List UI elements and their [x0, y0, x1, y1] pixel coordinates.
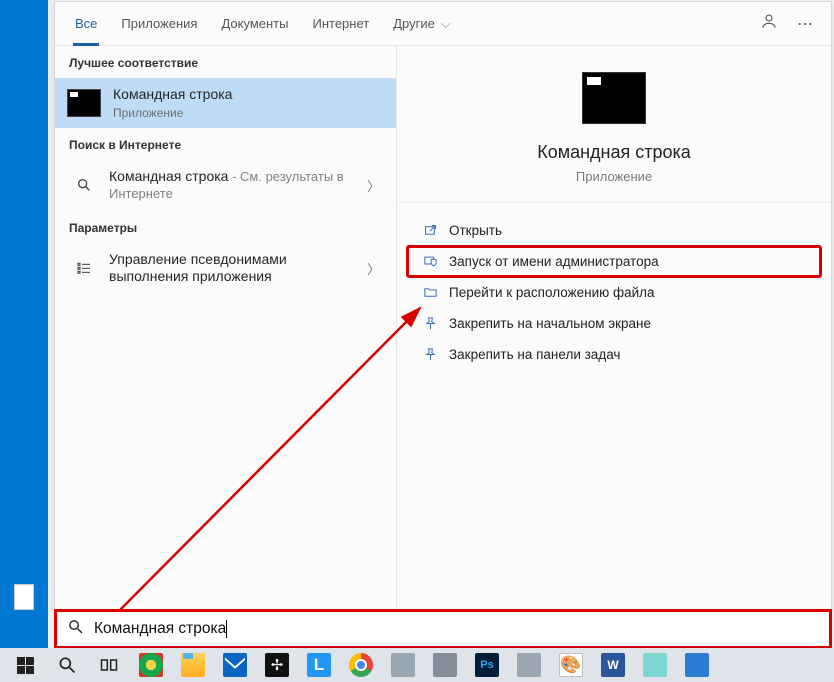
- taskbar-app-word[interactable]: W: [592, 648, 634, 682]
- search-box[interactable]: Командная строка: [54, 609, 832, 649]
- filter-internet[interactable]: Интернет: [300, 2, 381, 46]
- filter-other[interactable]: Другие ⌵: [381, 2, 462, 46]
- admin-shield-icon: [423, 254, 449, 269]
- taskbar-search-button[interactable]: [46, 648, 88, 682]
- taskbar-app-device3[interactable]: [508, 648, 550, 682]
- action-open[interactable]: Открыть: [407, 215, 821, 246]
- action-label: Закрепить на панели задач: [449, 347, 620, 362]
- cmd-big-thumb-icon: [582, 72, 646, 124]
- folder-location-icon: [423, 285, 449, 300]
- filter-apps[interactable]: Приложения: [109, 2, 209, 46]
- preview-subtitle: Приложение: [576, 169, 652, 184]
- action-label: Запуск от имени администратора: [449, 254, 659, 269]
- actions-list: Открыть Запуск от имени администратора П…: [397, 203, 831, 382]
- taskbar-app-launcher[interactable]: ✢: [256, 648, 298, 682]
- pin-start-icon: [423, 316, 449, 331]
- results-pane: Лучшее соответствие Командная строка При…: [55, 46, 397, 609]
- pinned-doc-icon: [14, 584, 34, 610]
- result-subtitle: Приложение: [113, 106, 384, 120]
- action-open-location[interactable]: Перейти к расположению файла: [407, 277, 821, 308]
- taskbar-app-paint[interactable]: 🎨: [550, 648, 592, 682]
- filter-documents[interactable]: Документы: [209, 2, 300, 46]
- taskbar-app-device2[interactable]: [424, 648, 466, 682]
- open-icon: [423, 223, 449, 238]
- chevron-right-icon: 〉: [363, 259, 384, 278]
- section-settings: Параметры: [55, 211, 396, 243]
- action-label: Закрепить на начальном экране: [449, 316, 651, 331]
- chevron-right-icon: 〉: [363, 176, 384, 195]
- preview-title: Командная строка: [537, 142, 691, 163]
- taskbar-app-x[interactable]: [676, 648, 718, 682]
- taskbar-app-mail[interactable]: [214, 648, 256, 682]
- filter-bar: Все Приложения Документы Интернет Другие…: [55, 2, 831, 46]
- taskbar-app-chrome[interactable]: [340, 648, 382, 682]
- section-web: Поиск в Интернете: [55, 128, 396, 160]
- filter-all[interactable]: Все: [63, 2, 109, 46]
- result-title: Командная строка: [113, 86, 384, 104]
- result-web[interactable]: Командная строка - См. результаты в Инте…: [55, 160, 396, 211]
- section-best-match: Лучшее соответствие: [55, 46, 396, 78]
- action-label: Открыть: [449, 223, 502, 238]
- settings-alias-icon: [67, 260, 101, 276]
- action-pin-start[interactable]: Закрепить на начальном экране: [407, 308, 821, 339]
- taskbar-app-browser1[interactable]: [130, 648, 172, 682]
- action-run-admin[interactable]: Запуск от имени администратора: [407, 246, 821, 277]
- taskbar-app-l[interactable]: L: [298, 648, 340, 682]
- action-pin-taskbar[interactable]: Закрепить на панели задач: [407, 339, 821, 370]
- taskbar-app-explorer[interactable]: [172, 648, 214, 682]
- result-settings-title: Управление псевдонимами выполнения прило…: [109, 251, 363, 286]
- search-value: Командная строка: [94, 620, 226, 638]
- search-icon: [67, 177, 101, 193]
- result-web-title: Командная строка - См. результаты в Инте…: [109, 168, 363, 203]
- preview-pane: Командная строка Приложение Открыть Запу…: [397, 46, 831, 609]
- task-view-button[interactable]: [88, 648, 130, 682]
- feedback-icon[interactable]: [751, 12, 787, 35]
- action-label: Перейти к расположению файла: [449, 285, 655, 300]
- chevron-down-icon: ⌵: [441, 16, 451, 32]
- more-icon[interactable]: ⋯: [787, 14, 823, 34]
- taskbar: ✢ L Ps 🎨 W: [0, 648, 834, 682]
- search-panel: Все Приложения Документы Интернет Другие…: [54, 1, 832, 610]
- taskbar-app-device1[interactable]: [382, 648, 424, 682]
- taskbar-app-note[interactable]: [634, 648, 676, 682]
- search-icon: [67, 618, 84, 640]
- cmd-thumb-icon: [67, 89, 101, 117]
- start-button[interactable]: [4, 648, 46, 682]
- result-settings[interactable]: Управление псевдонимами выполнения прило…: [55, 243, 396, 294]
- pin-taskbar-icon: [423, 347, 449, 362]
- result-best-match[interactable]: Командная строка Приложение: [55, 78, 396, 128]
- taskbar-app-photoshop[interactable]: Ps: [466, 648, 508, 682]
